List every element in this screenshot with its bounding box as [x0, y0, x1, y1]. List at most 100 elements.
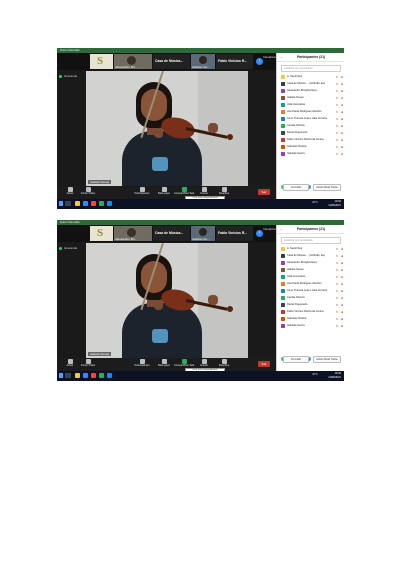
camera-off-icon[interactable]: ■: [341, 303, 343, 307]
participants-button[interactable]: Participantes: [131, 187, 153, 196]
microphone-muted-icon[interactable]: ✕: [336, 254, 338, 258]
camera-off-icon[interactable]: ■: [341, 145, 343, 149]
camera-off-icon[interactable]: ■: [341, 247, 343, 251]
camera-off-icon[interactable]: ■: [341, 282, 343, 286]
camera-off-icon[interactable]: ■: [341, 131, 343, 135]
main-video[interactable]: Isabela Sousa: [86, 243, 248, 358]
chevron-down-icon[interactable]: ⌄: [280, 53, 283, 61]
mute-all-button[interactable]: Ativar Mudo Todos: [313, 356, 341, 363]
camera-off-icon[interactable]: ■: [341, 261, 343, 265]
microphone-muted-icon[interactable]: ✕: [336, 89, 338, 93]
participant-row[interactable]: Júlia Gonçalves ✕ ■: [277, 274, 344, 281]
start-video-button[interactable]: Iniciar Vídeo: [77, 359, 99, 368]
leave-button[interactable]: Sair: [258, 189, 270, 195]
microphone-muted-icon[interactable]: ✕: [336, 296, 338, 300]
participant-row[interactable]: Isabella Guerra ✕ ■: [277, 151, 344, 158]
participant-row[interactable]: Daniel Figueiredo ✕ ■: [277, 302, 344, 309]
next-page-icon[interactable]: ›: [256, 58, 263, 65]
mute-all-button[interactable]: Ativar Mudo Todos: [313, 184, 341, 191]
participant-row[interactable]: Isabella Guerra ✕ ■: [277, 323, 344, 330]
store-icon[interactable]: [99, 373, 104, 378]
participant-row[interactable]: Gabriela Oliveira ✕ ■: [277, 144, 344, 151]
leave-button[interactable]: Sair: [258, 361, 270, 367]
microphone-muted-icon[interactable]: ✕: [336, 324, 338, 328]
microphone-muted-icon[interactable]: ✕: [336, 117, 338, 121]
zoom-app-icon[interactable]: [83, 201, 88, 206]
camera-off-icon[interactable]: ■: [341, 103, 343, 107]
microphone-muted-icon[interactable]: ✕: [336, 110, 338, 114]
thumbnail-isabela[interactable]: Isabela Cor...: [191, 226, 215, 241]
view-button[interactable]: Visualizar: [263, 55, 276, 59]
participant-row[interactable]: Casa de Música ... (Anfitrião, Eu) ✕ ■: [277, 253, 344, 260]
participant-row[interactable]: A. Santil (Eu) ✕ ■: [277, 74, 344, 81]
start-video-button[interactable]: Iniciar Vídeo: [77, 187, 99, 196]
camera-off-icon[interactable]: ■: [341, 124, 343, 128]
microphone-muted-icon[interactable]: ✕: [336, 96, 338, 100]
thumbnail-fabio[interactable]: Fabio Vinicius R...: [216, 226, 253, 241]
camera-off-icon[interactable]: ■: [341, 75, 343, 79]
camera-off-icon[interactable]: ■: [341, 89, 343, 93]
windows-start-icon[interactable]: [59, 201, 63, 206]
camera-off-icon[interactable]: ■: [341, 117, 343, 121]
camera-off-icon[interactable]: ■: [341, 254, 343, 258]
participant-row[interactable]: Fabio Vinícius Rocha da Cunha ✕ ■: [277, 309, 344, 316]
main-video[interactable]: Isabela Sousa: [86, 71, 248, 186]
thumbnail-logo[interactable]: S: [90, 54, 113, 69]
microphone-muted-icon[interactable]: ✕: [336, 145, 338, 149]
microphone-muted-icon[interactable]: ✕: [336, 289, 338, 293]
record-button[interactable]: Gravar: [193, 359, 215, 368]
chat-button[interactable]: Bate-papo: [153, 359, 175, 368]
microphone-muted-icon[interactable]: ✕: [336, 124, 338, 128]
participant-row[interactable]: Casa de Música ... (Anfitrião, Eu) ✕ ■: [277, 81, 344, 88]
thumbnail-fabio[interactable]: Fabio Vinicius R...: [216, 54, 253, 69]
view-button[interactable]: Visualizar: [263, 227, 276, 231]
participant-row[interactable]: Camila Oliveira ✕ ■: [277, 123, 344, 130]
camera-off-icon[interactable]: ■: [341, 268, 343, 272]
microphone-muted-icon[interactable]: ✕: [336, 138, 338, 142]
microphone-muted-icon[interactable]: ✕: [336, 131, 338, 135]
participant-row[interactable]: A. Santil (Eu) ✕ ■: [277, 246, 344, 253]
participant-row[interactable]: Daniel Figueiredo ✕ ■: [277, 130, 344, 137]
camera-off-icon[interactable]: ■: [341, 317, 343, 321]
browser-icon[interactable]: [91, 373, 96, 378]
thumbnail-alessandro[interactable]: Alessandro Bri...: [114, 226, 152, 241]
thumbnail-isabela[interactable]: Isabela Cor...: [191, 54, 215, 69]
microphone-muted-icon[interactable]: ✕: [336, 268, 338, 272]
participant-search-input[interactable]: Localizar um participante: [281, 237, 341, 244]
participant-row[interactable]: Isabela Sousa ✕ ■: [277, 95, 344, 102]
file-explorer-icon[interactable]: [75, 373, 80, 378]
reactions-button[interactable]: Reações: [213, 359, 235, 368]
microphone-muted-icon[interactable]: ✕: [336, 75, 338, 79]
record-button[interactable]: Gravar: [193, 187, 215, 196]
participant-row[interactable]: Fabio Vinícius Rocha da Cunha ✕ ■: [277, 137, 344, 144]
participant-row[interactable]: Isabela Sousa ✕ ■: [277, 267, 344, 274]
thumbnail-casa-de-musica[interactable]: Casa de Música...: [153, 54, 190, 69]
participant-row[interactable]: Anne Theresa Leal e Gaia Ferreira ✕ ■: [277, 116, 344, 123]
invite-button[interactable]: Convidar: [283, 184, 309, 191]
chevron-down-icon[interactable]: ⌄: [280, 225, 283, 233]
microphone-muted-icon[interactable]: ✕: [336, 152, 338, 156]
camera-off-icon[interactable]: ■: [341, 82, 343, 86]
participant-row[interactable]: Júlia Gonçalves ✕ ■: [277, 102, 344, 109]
camera-off-icon[interactable]: ■: [341, 152, 343, 156]
participant-row[interactable]: Gabriela Oliveira ✕ ■: [277, 316, 344, 323]
windows-start-icon[interactable]: [59, 373, 63, 378]
thumbnail-logo[interactable]: S: [90, 226, 113, 241]
camera-off-icon[interactable]: ■: [341, 110, 343, 114]
participants-button[interactable]: Participantes: [131, 359, 153, 368]
microphone-muted-icon[interactable]: ✕: [336, 303, 338, 307]
chat-button[interactable]: Bate-papo: [153, 187, 175, 196]
store-icon[interactable]: [99, 201, 104, 206]
participant-row[interactable]: Camila Oliveira ✕ ■: [277, 295, 344, 302]
mail-icon[interactable]: [107, 373, 112, 378]
camera-off-icon[interactable]: ■: [341, 275, 343, 279]
thumbnail-casa-de-musica[interactable]: Casa de Música...: [153, 226, 190, 241]
camera-off-icon[interactable]: ■: [341, 296, 343, 300]
camera-off-icon[interactable]: ■: [341, 289, 343, 293]
participant-row[interactable]: Ana Paula Rodrigues Zanolini ✕ ■: [277, 109, 344, 116]
reactions-button[interactable]: Reações: [213, 187, 235, 196]
microphone-muted-icon[interactable]: ✕: [336, 261, 338, 265]
microphone-muted-icon[interactable]: ✕: [336, 247, 338, 251]
camera-off-icon[interactable]: ■: [341, 96, 343, 100]
microphone-muted-icon[interactable]: ✕: [336, 275, 338, 279]
